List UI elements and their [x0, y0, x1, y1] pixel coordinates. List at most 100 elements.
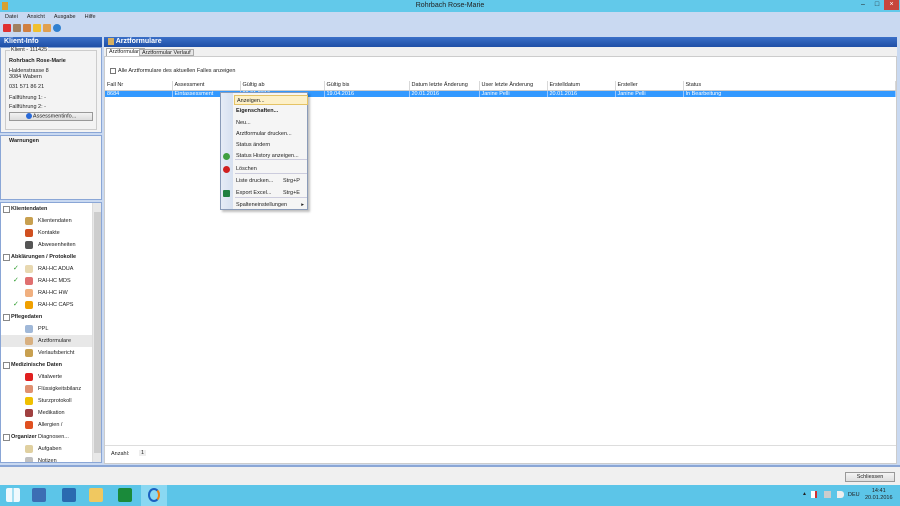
tree-item[interactable]: Klientendaten: [1, 215, 92, 227]
klient-city: 3084 Wabern: [9, 74, 42, 80]
menu-item-label: Liste drucken...: [236, 178, 274, 184]
tree-item[interactable]: Arztformulare: [1, 335, 92, 347]
count-value: 1: [139, 450, 147, 456]
show-all-checkbox[interactable]: [110, 68, 116, 74]
windows-start-icon[interactable]: [6, 488, 20, 502]
tree-item[interactable]: Kontakte: [1, 227, 92, 239]
tree-item-label: Klientendaten: [38, 218, 72, 224]
tree-group[interactable]: Organizer: [1, 431, 92, 443]
tree-item[interactable]: Notizen: [1, 455, 92, 463]
schliessen-button[interactable]: Schliessen: [845, 472, 895, 482]
tree-item[interactable]: Flüssigkeitsbilanz: [1, 383, 92, 395]
minimize-button[interactable]: –: [856, 0, 870, 10]
tree-item[interactable]: Allergien / Diagnosen...: [1, 419, 92, 440]
tree-group[interactable]: Medizinische Daten: [1, 359, 92, 371]
tree-item[interactable]: ✓ RAI-HC ADUA: [1, 263, 92, 275]
context-menu-item[interactable]: Eigenschaften...: [236, 106, 306, 116]
show-all-checkbox-row[interactable]: Alle Arztformulare des aktuellen Falles …: [110, 68, 235, 74]
file-explorer-icon[interactable]: [89, 488, 103, 502]
tab-arztformular-verlauf[interactable]: Arztformular Verlauf: [139, 49, 194, 56]
tree-item-label: RAI-HC HW: [38, 290, 68, 296]
context-menu-item[interactable]: Liste drucken... Strg+P: [236, 176, 306, 186]
context-menu-item[interactable]: Export Excel... Strg+E: [236, 188, 306, 198]
context-menu-item[interactable]: Neu...: [236, 118, 306, 128]
tree-item-label: Arztformulare: [38, 338, 72, 344]
volume-icon[interactable]: [837, 491, 844, 498]
export-icon[interactable]: [23, 24, 31, 32]
table-cell: 8684: [105, 90, 173, 97]
language-indicator[interactable]: DEU: [848, 492, 860, 498]
paragraph-icon[interactable]: [3, 24, 11, 32]
person-icon[interactable]: [13, 24, 21, 32]
server-manager-icon[interactable]: [32, 488, 46, 502]
column-header[interactable]: Fall Nr: [105, 81, 173, 91]
tree-group[interactable]: Pflegedaten: [1, 311, 92, 323]
table-cell: 19.04.2016: [324, 90, 410, 97]
tree-item[interactable]: Vitalwerte: [1, 371, 92, 383]
menu-hilfe[interactable]: Hilfe: [85, 12, 96, 22]
column-header[interactable]: Assessment: [172, 81, 241, 91]
tree-item-label: Notizen: [38, 458, 57, 463]
submenu-arrow-icon: ▸: [301, 202, 304, 208]
tree-item[interactable]: Sturzprotokoll: [1, 395, 92, 407]
tree-item-icon: [25, 349, 33, 357]
context-menu-item[interactable]: Löschen: [236, 164, 306, 174]
running-app-button[interactable]: [141, 485, 167, 506]
store-icon[interactable]: [118, 488, 132, 502]
menu-shortcut: Strg+E: [283, 190, 300, 196]
menu-ansicht[interactable]: Ansicht: [27, 12, 45, 22]
menu-item-label: Status History anzeigen...: [236, 153, 299, 159]
column-header[interactable]: Ersteller: [615, 81, 684, 91]
tree-scrollbar[interactable]: [92, 203, 101, 462]
app-icon: [2, 2, 8, 10]
tree-item-icon: [25, 289, 33, 297]
tree-item[interactable]: ✓ RAI-HC MDS: [1, 275, 92, 287]
assessmentinfo-button[interactable]: Assessmentinfo...: [9, 112, 93, 121]
context-menu-item[interactable]: Status History anzeigen...: [236, 151, 306, 161]
tree-item-icon: [25, 241, 33, 249]
column-header[interactable]: User letzte Änderung: [479, 81, 548, 91]
column-header[interactable]: Gültig bis: [324, 81, 410, 91]
tree-item-label: Verlaufsbericht: [38, 350, 75, 356]
tray-chevron-icon[interactable]: ▲: [802, 491, 807, 497]
tree-item[interactable]: Medikation: [1, 407, 92, 419]
klient-info-header: Klient-Info: [0, 37, 102, 47]
refresh-icon[interactable]: [53, 24, 61, 32]
folder-icon[interactable]: [33, 24, 41, 32]
column-header[interactable]: Gültig ab: [240, 81, 325, 91]
tree-item[interactable]: Aufgaben: [1, 443, 92, 455]
table-cell: 20.01.2016: [409, 90, 480, 97]
powershell-icon[interactable]: [62, 488, 76, 502]
context-menu-item[interactable]: Anzeigen...: [234, 95, 308, 105]
tree-item-label: RAI-HC MDS: [38, 278, 71, 284]
context-menu-item[interactable]: Status ändern: [236, 140, 306, 150]
column-header[interactable]: Datum letzte Änderung: [409, 81, 480, 91]
tree-item[interactable]: PPL: [1, 323, 92, 335]
menu-datei[interactable]: Datei: [5, 12, 18, 22]
close-button[interactable]: ×: [884, 0, 899, 10]
tree-group[interactable]: Abklärungen / Protokolle: [1, 251, 92, 263]
menu-item-label: Anzeigen...: [237, 98, 265, 104]
notes-icon[interactable]: [43, 24, 51, 32]
tree-group[interactable]: Klientendaten: [1, 203, 92, 215]
scrollbar-thumb[interactable]: [94, 212, 101, 453]
tree-item-icon: [25, 265, 33, 273]
clock[interactable]: 14:41 20.01.2016: [865, 488, 893, 502]
tree-item[interactable]: RAI-HC HW: [1, 287, 92, 299]
tree-item[interactable]: ✓ RAI-HC CAPS: [1, 299, 92, 311]
tree-item-icon: [25, 457, 33, 462]
excel-icon: [223, 190, 230, 197]
menu-ausgabe[interactable]: Ausgabe: [54, 12, 76, 22]
column-header[interactable]: Erstelldatum: [547, 81, 616, 91]
maximize-button[interactable]: □: [870, 0, 884, 10]
tree-item[interactable]: Abwesenheiten: [1, 239, 92, 251]
context-menu-item[interactable]: Spalteneinstellungen ▸: [236, 200, 306, 210]
tree-item-icon: [25, 277, 33, 285]
context-menu-item[interactable]: Arztformular drucken...: [236, 129, 306, 139]
network-icon[interactable]: [824, 491, 831, 498]
show-all-label: Alle Arztformulare des aktuellen Falles …: [118, 68, 236, 74]
tree-item[interactable]: Verlaufsbericht: [1, 347, 92, 359]
column-header[interactable]: Status: [683, 81, 896, 91]
menu-bar: Datei Ansicht Ausgabe Hilfe: [0, 12, 900, 22]
action-center-icon[interactable]: [811, 491, 817, 498]
